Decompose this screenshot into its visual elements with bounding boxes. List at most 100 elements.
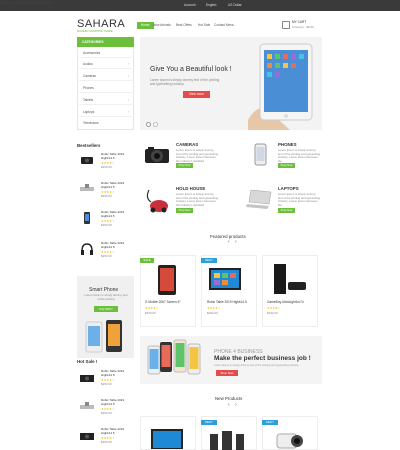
sidebar-item-audios[interactable]: Audios: [83, 62, 93, 66]
bestseller-name[interactable]: Rubic Table 2019 Highk14.5: [101, 241, 133, 249]
divider: [79, 68, 132, 69]
promo-desc: Lorem Ipsum is simply dummy text of the …: [84, 293, 128, 301]
category-title-cameras: CAMERAS: [176, 142, 199, 147]
categories-heading: CATEGORIES: [77, 37, 134, 47]
p4b-subtitle: Make the perfect business job !: [214, 355, 311, 362]
p4b-desc: Lorem Ipsum is simply dummy text of the …: [214, 364, 300, 367]
category-desc-hold-house: Lorem Ipsum is simply dummy text of the …: [176, 192, 218, 207]
product-thumb: [80, 402, 94, 409]
bestseller-price: $250.00: [101, 254, 112, 258]
product-image: [158, 265, 176, 295]
hot-sale-price: $250.00: [101, 382, 112, 386]
bestseller-name[interactable]: Rubic Table 2019 Highk14.5: [101, 181, 133, 189]
promo-price-button[interactable]: Only $450 !: [94, 306, 118, 312]
chevron-left-icon[interactable]: ‹: [228, 239, 230, 245]
account-menu[interactable]: Account: [184, 3, 196, 7]
chevron-right-icon: ›: [128, 74, 130, 78]
shop-now-phones-button[interactable]: Shop Now: [278, 163, 295, 168]
divider: [79, 104, 132, 105]
nav-contact[interactable]: Contact Mess...: [214, 22, 236, 29]
hot-sale-name[interactable]: Rubic Table 2019 Highk14.5: [101, 427, 133, 435]
product-price: $250.00: [207, 311, 218, 315]
product-image: [274, 264, 306, 294]
category-desc-phones: Lorem Ipsum is simply dummy text of the …: [278, 148, 320, 163]
divider: [79, 92, 132, 93]
bestsellers-heading: Bestsellers: [77, 143, 101, 148]
product-name[interactable]: GameBuy UltraLight1m74: [267, 300, 304, 304]
product-thumb: [84, 212, 90, 224]
bestseller-name[interactable]: Rubic Table 2019 Highk14.5: [101, 210, 133, 218]
tagline: MODERN SHOPPING THEME: [77, 30, 113, 33]
bestseller-price: $250.00: [101, 194, 112, 198]
chevron-right-icon[interactable]: ›: [235, 239, 237, 245]
hot-sale-heading: Hot Sale !: [77, 359, 98, 364]
divider: [79, 116, 132, 117]
product-thumb: [81, 157, 93, 164]
product-image: [276, 433, 303, 449]
chevron-right-icon: ›: [128, 98, 130, 102]
product-thumb: [80, 184, 94, 191]
chevron-left-icon[interactable]: ‹: [228, 402, 230, 408]
logo[interactable]: SAHARA: [77, 18, 125, 30]
hotline-text: Hotline: (+888) 123 456 7890: [0, 0, 52, 5]
view-more-button[interactable]: View more: [183, 91, 210, 98]
divider: [79, 80, 132, 81]
shop-now-cameras-button[interactable]: Shop Now: [176, 163, 193, 168]
category-title-hold-house: HOLD HOUSE: [176, 186, 206, 191]
tablet-hand-image: [248, 43, 313, 130]
product-name[interactable]: G Mobile 2067 Screen 6": [145, 300, 181, 304]
product-thumb: [81, 243, 93, 255]
product-image: [151, 429, 183, 449]
slider-dot-1[interactable]: [146, 122, 151, 127]
category-title-phones: PHONES: [278, 142, 297, 147]
sale-badge: SALE: [140, 258, 154, 263]
bestseller-price: $250.00: [101, 223, 112, 227]
top-bar: [0, 0, 400, 11]
category-desc-cameras: Lorem Ipsum is simply dummy text of the …: [176, 148, 218, 163]
nav-hot-sale[interactable]: Hot Sale: [198, 22, 210, 29]
chevron-right-icon[interactable]: ›: [235, 402, 237, 408]
bestseller-name[interactable]: Rubic Table 2019 Highk14.5: [101, 152, 133, 160]
nav-best-offers[interactable]: Best Offers: [176, 22, 192, 29]
sidebar-item-televisions[interactable]: Televisions: [83, 121, 99, 125]
sidebar-item-tablets[interactable]: Tablets: [83, 98, 93, 102]
sidebar-item-laptops[interactable]: Laptops: [83, 110, 94, 114]
shop-now-laptops-button[interactable]: Shop Now: [278, 208, 295, 213]
nav-home[interactable]: Home: [137, 22, 154, 29]
sidebar-item-cameras[interactable]: Cameras: [83, 74, 96, 78]
product-name[interactable]: Rubic Table 2019 Highk14.5: [207, 300, 247, 304]
product-thumb: [80, 433, 94, 440]
product-image: [209, 268, 241, 290]
p4b-shop-now-button[interactable]: Shop Now: [216, 370, 238, 376]
cart-icon[interactable]: [282, 21, 290, 29]
product-price: $250.00: [267, 311, 278, 315]
cart-summary[interactable]: 0 item(s) - $0.00: [292, 25, 314, 29]
camera-image: [145, 147, 169, 163]
rating-stars: ★★★★☆: [145, 306, 159, 310]
sidebar-item-accessories[interactable]: Accessories: [83, 51, 100, 55]
category-desc-laptops: Lorem Ipsum is simply dummy text of the …: [278, 192, 320, 207]
chevron-right-icon: ›: [128, 110, 130, 114]
divider: [79, 57, 132, 58]
hot-sale-price: $250.00: [101, 440, 112, 444]
product-thumb: [80, 375, 94, 382]
new-badge: NEW !: [201, 420, 217, 425]
chevron-right-icon: ›: [128, 62, 130, 66]
shop-now-hold-house-button[interactable]: Shop Now: [176, 208, 193, 213]
product-price: $250.00: [145, 311, 156, 315]
new-badge: NEW !: [262, 420, 278, 425]
hot-sale-name[interactable]: Rubic Table 2019 Highk14.5: [101, 398, 133, 406]
sidebar-item-phones[interactable]: Phones: [83, 86, 94, 90]
product-image: [210, 431, 244, 450]
phones-image: [85, 320, 122, 353]
laptop-image: [246, 189, 272, 209]
slider-dot-2[interactable]: [153, 122, 158, 127]
phone-image: [254, 143, 267, 166]
hot-sale-name[interactable]: Rubic Table 2019 Highk14.5: [101, 369, 133, 377]
new-products-heading: New Products: [215, 396, 243, 401]
bestseller-price: $250.00: [101, 165, 112, 169]
nav-new-arrivals[interactable]: New Arrivals: [153, 22, 171, 29]
cart-title[interactable]: MY CART: [292, 20, 306, 24]
currency-select[interactable]: US Dollar: [228, 3, 242, 7]
language-select[interactable]: English: [206, 3, 216, 7]
